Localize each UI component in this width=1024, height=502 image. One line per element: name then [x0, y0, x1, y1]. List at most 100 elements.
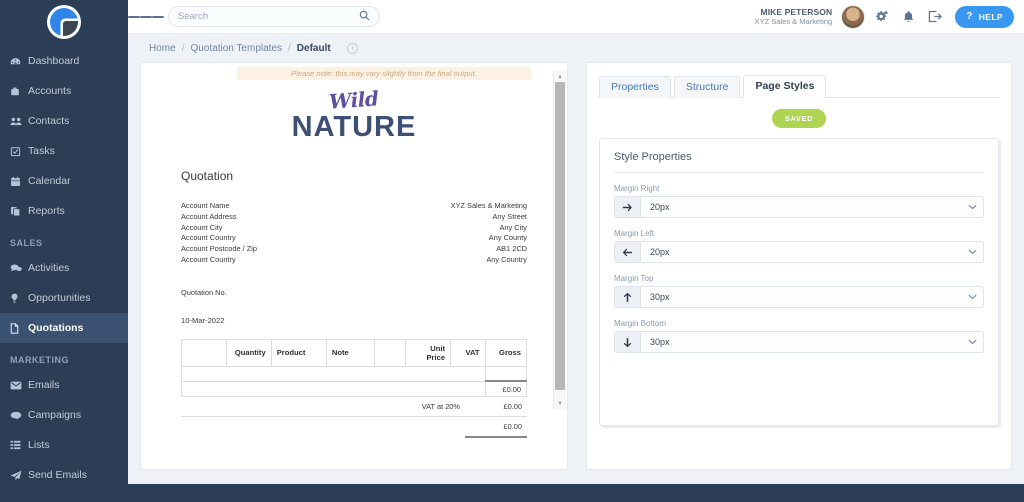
table-row	[181, 365, 528, 383]
sidebar-item-emails[interactable]: Emails	[0, 370, 128, 400]
address-line: Any Street	[492, 211, 527, 221]
col-product: Product	[270, 338, 327, 367]
sidebar-item-tasks[interactable]: Tasks	[0, 136, 128, 166]
table-row: £0.00	[181, 380, 528, 397]
field-margin-left: Margin Left 20px	[614, 229, 984, 263]
line-items-table: Quantity Product Note Unit Price VAT Gro…	[181, 338, 528, 397]
address-line: Account Country	[181, 255, 236, 265]
margin-right-select[interactable]: 20px	[614, 196, 984, 218]
sidebar-item-opportunities[interactable]: Opportunities	[0, 283, 128, 313]
address-line: Account Address	[181, 211, 237, 221]
sidebar-item-label: Send Emails	[28, 469, 87, 481]
totals-row-grand: £0.00	[181, 415, 527, 438]
field-label: Margin Top	[614, 274, 654, 283]
sidebar-item-activities[interactable]: Activities	[0, 253, 128, 283]
briefcase-icon	[10, 86, 28, 97]
field-margin-right: Margin Right 20px	[614, 184, 984, 218]
arrow-right-icon	[615, 197, 641, 217]
gears-icon[interactable]	[875, 10, 889, 24]
sidebar-item-label: Dashboard	[28, 55, 80, 67]
field-label: Margin Right	[614, 184, 660, 193]
help-label: HELP	[978, 11, 1003, 22]
sidebar-item-accounts[interactable]: Accounts	[0, 76, 128, 106]
sidebar-item-label: Tasks	[28, 145, 55, 157]
tab-properties[interactable]: Properties	[599, 76, 671, 98]
totals-label	[181, 415, 465, 437]
properties-pane: Properties Structure Page Styles SAVED S…	[586, 62, 1012, 470]
sidebar-item-contacts[interactable]: Contacts	[0, 106, 128, 136]
field-margin-bottom: Margin Bottom 30px	[614, 319, 984, 353]
logo-container[interactable]	[0, 0, 128, 44]
comment-icon	[10, 263, 28, 273]
sidebar-item-campaigns[interactable]: Campaigns	[0, 400, 128, 430]
margin-bottom-select[interactable]: 30px	[614, 331, 984, 353]
col-quantity: Quantity	[225, 338, 272, 367]
breadcrumb-separator: /	[181, 42, 185, 54]
col-blank2	[374, 338, 407, 367]
sidebar-section-marketing: MARKETING	[10, 355, 69, 365]
chevron-down-icon[interactable]	[961, 287, 983, 307]
envelope-icon	[10, 381, 28, 390]
breadcrumb-item-default: Default	[296, 42, 331, 54]
search-input[interactable]	[178, 11, 359, 22]
address-line: Account Postcode / Zip	[181, 244, 257, 254]
user-org: XYZ Sales & Marketing	[754, 17, 833, 27]
user-info[interactable]: MIKE PETERSON XYZ Sales & Marketing	[755, 7, 833, 27]
sidebar-item-calendar[interactable]: Calendar	[0, 166, 128, 196]
chevron-down-icon[interactable]	[961, 332, 983, 352]
address-line: Any County	[488, 233, 527, 243]
status-badge: SAVED	[771, 109, 827, 128]
help-button[interactable]: ? HELP	[955, 5, 1014, 28]
totals-value: £0.00	[503, 401, 523, 411]
scrollbar-thumb[interactable]	[555, 82, 565, 390]
quotation-number-label: Quotation No.	[181, 287, 227, 297]
scroll-down-icon[interactable]: ▼	[554, 398, 566, 409]
dashboard-icon	[10, 56, 28, 67]
sidebar-section-sales: SALES	[10, 238, 43, 248]
clock-icon[interactable]	[346, 42, 358, 54]
sidebar-item-lists[interactable]: Lists	[0, 430, 128, 460]
margin-top-select[interactable]: 30px	[614, 286, 984, 308]
scroll-up-icon[interactable]: ▲	[554, 71, 566, 82]
content-area: Please note: this may vary slightly from…	[128, 62, 1024, 484]
breadcrumb: Home / Quotation Templates / Default	[128, 34, 1024, 62]
tab-page-styles[interactable]: Page Styles	[743, 75, 827, 98]
address-left: Account Name Account Address Account Cit…	[181, 201, 451, 266]
sidebar-item-reports[interactable]: Reports	[0, 196, 128, 226]
avatar[interactable]	[841, 4, 866, 29]
search-box[interactable]	[168, 6, 380, 27]
megaphone-icon	[10, 411, 28, 420]
totals-label: VAT at 20%	[421, 401, 460, 411]
chevron-down-icon[interactable]	[961, 197, 983, 217]
col-unit-price: Unit Price	[405, 338, 452, 367]
calendar-icon	[10, 176, 28, 187]
pane-divider	[568, 62, 586, 470]
sidebar-item-quotations[interactable]: Quotations	[0, 313, 128, 343]
document-title: Quotation	[181, 169, 234, 183]
sidebar-item-dashboard[interactable]: Dashboard	[0, 46, 128, 76]
breadcrumb-item-home[interactable]: Home	[149, 43, 176, 54]
lightbulb-icon	[10, 293, 28, 304]
paper-plane-icon	[10, 470, 28, 481]
breadcrumb-separator: /	[288, 42, 291, 54]
breadcrumb-item-quotation-templates[interactable]: Quotation Templates	[190, 43, 282, 54]
preview-scrollbar[interactable]: ▲ ▼	[553, 71, 566, 409]
logout-icon[interactable]	[928, 10, 943, 23]
question-mark-icon: ?	[966, 11, 973, 22]
saved-badge-container: SAVED	[599, 109, 999, 128]
bell-icon[interactable]	[902, 10, 915, 24]
tab-structure[interactable]: Structure	[673, 76, 741, 98]
col-gross: Gross	[484, 338, 528, 367]
col-note: Note	[325, 338, 376, 367]
chevron-down-icon[interactable]	[961, 242, 983, 262]
hamburger-icon[interactable]	[128, 14, 164, 19]
search-icon[interactable]	[359, 10, 370, 24]
file-copy-icon	[10, 206, 28, 217]
sidebar-item-label: Lists	[28, 439, 50, 451]
main-area: MIKE PETERSON XYZ Sales & Marketing ? HE…	[128, 0, 1024, 502]
sidebar-item-send-emails[interactable]: Send Emails	[0, 460, 128, 490]
brand-main-text: NATURE	[291, 111, 417, 143]
margin-top-value: 30px	[650, 292, 670, 302]
margin-left-select[interactable]: 20px	[614, 241, 984, 263]
sidebar-item-label: Reports	[28, 205, 65, 217]
